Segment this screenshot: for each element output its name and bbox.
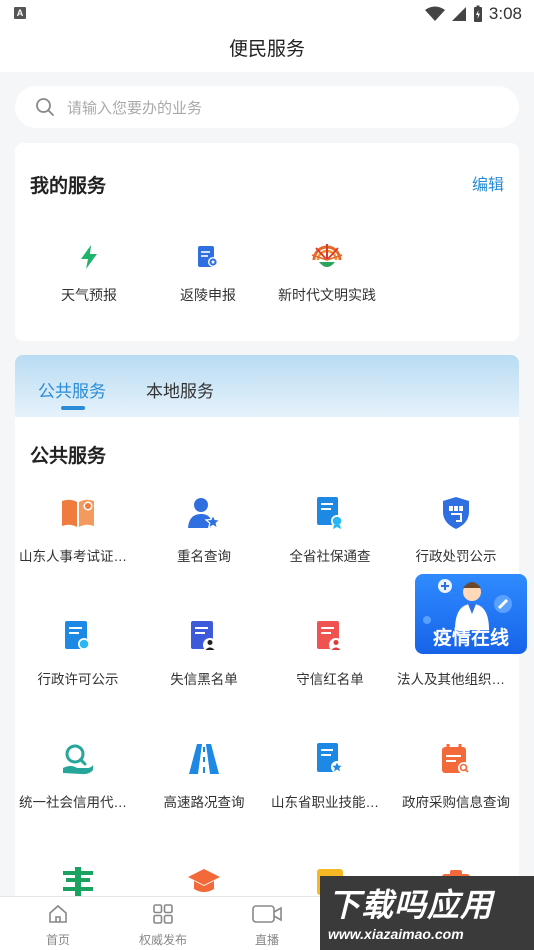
my-service-weather[interactable]: 天气预报 xyxy=(24,239,154,305)
service-item-blacklist[interactable]: 失信黑名单 xyxy=(141,616,267,688)
service-label: 重名查询 xyxy=(177,549,231,564)
service-label: 山东省职业技能证书查询 xyxy=(271,795,393,810)
procurement-calendar-icon xyxy=(436,739,476,779)
watermark-url: www.xiazaimao.com xyxy=(328,926,464,942)
my-service-civilization[interactable]: 新时代文明实践 xyxy=(262,239,392,305)
permit-doc-icon xyxy=(58,616,98,656)
status-bar: A 3:08 xyxy=(0,0,534,28)
service-label: 守信红名单 xyxy=(296,672,364,687)
epidemic-online-label: 疫情在线 xyxy=(432,628,509,649)
service-tabs: 公共服务 本地服务 xyxy=(15,355,519,417)
my-service-label: 天气预报 xyxy=(61,287,117,303)
search-hand-icon xyxy=(58,739,98,779)
highway-icon xyxy=(184,739,224,779)
top-navbar: 便民服务 xyxy=(0,28,534,72)
home-icon xyxy=(49,904,67,923)
tab-local-services[interactable]: 本地服务 xyxy=(146,377,214,402)
service-label: 法人及其他组织信息查询 xyxy=(397,672,519,687)
service-label: 行政处罚公示 xyxy=(415,549,497,564)
service-label: 全省社保通查 xyxy=(289,549,371,564)
service-item-skill-cert[interactable]: 山东省职业技能证书查询 xyxy=(267,739,393,811)
service-label: 统一社会信用代码查询 xyxy=(19,795,141,810)
declaration-doc-icon xyxy=(190,239,226,275)
nav-label: 首页 xyxy=(45,933,70,947)
doc-badge-icon xyxy=(310,493,350,533)
my-services-title: 我的服务 xyxy=(30,176,107,197)
service-item-procurement[interactable]: 政府采购信息查询 xyxy=(393,739,519,811)
service-item-social-security[interactable]: 全省社保通查 xyxy=(267,493,393,565)
nav-home[interactable]: 首页 xyxy=(8,903,108,948)
lightning-icon xyxy=(71,239,107,275)
grid-icon xyxy=(153,904,173,924)
watermark-logo: 下载吗应用 www.xiazaimao.com xyxy=(320,876,534,950)
my-services-card: 我的服务 编辑 天气预报 返陵申报 新时代文明实践 xyxy=(15,143,519,341)
nav-label: 权威发布 xyxy=(138,933,187,947)
service-item-credit-code[interactable]: 统一社会信用代码查询 xyxy=(15,739,141,811)
search-input[interactable]: 请输入您要办的业务 xyxy=(15,86,519,128)
service-item-permit[interactable]: 行政许可公示 xyxy=(15,616,141,688)
video-icon xyxy=(252,905,282,923)
tab-public-services[interactable]: 公共服务 xyxy=(38,377,106,402)
service-label: 山东人事考试证书查询 xyxy=(19,549,141,564)
watermark-title: 下载吗应用 xyxy=(328,887,494,923)
service-item-name-check[interactable]: 重名查询 xyxy=(141,493,267,565)
civilization-emblem-icon xyxy=(309,239,345,275)
service-label: 失信黑名单 xyxy=(170,672,238,687)
my-service-label: 返陵申报 xyxy=(180,287,236,303)
public-services-title: 公共服务 xyxy=(30,446,107,467)
battery-icon xyxy=(473,5,482,22)
service-item-highway[interactable]: 高速路况查询 xyxy=(141,739,267,811)
search-placeholder: 请输入您要办的业务 xyxy=(67,99,203,117)
search-icon xyxy=(36,98,54,116)
active-tab-indicator xyxy=(61,406,85,410)
service-item-penalty[interactable]: 行政处罚公示 xyxy=(393,493,519,565)
skill-cert-icon xyxy=(310,739,350,779)
nav-official-release[interactable]: 权威发布 xyxy=(113,903,213,948)
blacklist-doc-icon xyxy=(184,616,224,656)
service-label: 高速路况查询 xyxy=(163,795,245,810)
public-services-card: 公共服务 山东人事考试证书查询 重名查询 全省社保通查 行政处罚公示 行政许可公… xyxy=(15,417,519,907)
my-service-return-declaration[interactable]: 返陵申报 xyxy=(143,239,273,305)
nav-live[interactable]: 直播 xyxy=(217,903,317,948)
shield-penalty-icon xyxy=(436,493,476,533)
edit-button[interactable]: 编辑 xyxy=(472,171,504,195)
signal-icon xyxy=(451,7,466,21)
notification-a-icon: A xyxy=(14,7,26,19)
wifi-icon xyxy=(424,6,445,21)
clock: 3:08 xyxy=(488,4,522,23)
service-item-redlist[interactable]: 守信红名单 xyxy=(267,616,393,688)
service-label: 政府采购信息查询 xyxy=(402,795,510,810)
service-item-exam-cert[interactable]: 山东人事考试证书查询 xyxy=(15,493,141,565)
user-star-icon xyxy=(184,493,224,533)
redlist-doc-icon xyxy=(310,616,350,656)
service-label: 行政许可公示 xyxy=(37,672,119,687)
epidemic-online-banner[interactable]: 疫情在线 xyxy=(415,574,527,654)
nav-label: 直播 xyxy=(254,933,279,947)
my-service-label: 新时代文明实践 xyxy=(278,287,376,303)
doctor-illustration-icon xyxy=(423,579,512,630)
page-title: 便民服务 xyxy=(228,39,305,60)
book-certificate-icon xyxy=(58,493,98,533)
